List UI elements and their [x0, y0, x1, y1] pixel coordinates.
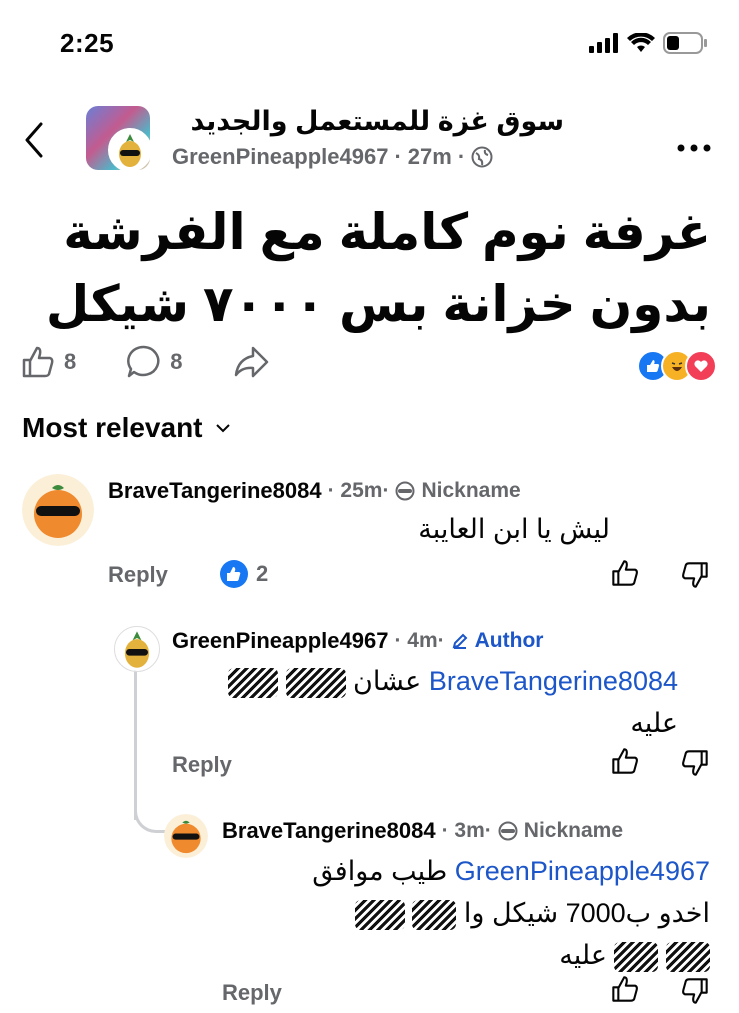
post-text-line-1: غرفة نوم كاملة مع الفرشة — [63, 204, 711, 260]
thumbs-up-icon — [612, 560, 638, 586]
more-options-button[interactable] — [677, 126, 711, 160]
comment-dislike-button[interactable] — [680, 748, 710, 783]
censor-scribble — [285, 667, 346, 698]
thumbs-down-icon — [682, 978, 708, 1004]
meta-separator-2: · — [457, 144, 466, 169]
like-count: 8 — [64, 349, 77, 374]
love-reaction-icon — [685, 350, 717, 382]
comment-text: ليش يا ابن العايبة — [418, 514, 610, 544]
meta-separator: · — [394, 144, 402, 169]
mention-link[interactable]: BraveTangerine8084 — [429, 666, 678, 696]
nested-reply-avatar[interactable] — [164, 814, 208, 858]
nested-reply-author[interactable]: BraveTangerine8084 — [222, 818, 436, 844]
comment-button[interactable]: 8 — [126, 344, 183, 380]
pencil-icon — [452, 633, 468, 649]
nested-reply-text-3: عليه — [559, 940, 607, 970]
thumbs-up-icon — [22, 346, 54, 378]
reply-time[interactable]: · 4m· — [394, 629, 444, 653]
thumbs-up-icon — [612, 748, 638, 774]
reaction-summary[interactable] — [637, 350, 717, 382]
censor-scribble-2 — [228, 667, 278, 698]
signal-icon — [589, 33, 618, 53]
nickname-badge: Nickname — [523, 819, 624, 842]
comment-dislike-button[interactable] — [680, 560, 710, 595]
comment-sort-dropdown[interactable]: Most relevant — [22, 412, 231, 444]
nested-reply-after-mention: طيب موافق — [312, 856, 448, 886]
sort-label: Most relevant — [22, 412, 203, 443]
comment-header: BraveTangerine8084 · 25m· Nickname — [108, 478, 521, 504]
post-text-line-2: بدون خزانة بس ٧٠٠٠ شيكل — [45, 276, 711, 332]
nickname-icon — [498, 821, 518, 841]
thread-line-curve — [134, 790, 167, 833]
battery-icon — [663, 32, 707, 54]
reply-text-line-2: عليه — [630, 708, 678, 738]
censor-scribble-4 — [614, 941, 659, 972]
group-name[interactable]: سوق غزة للمستعمل والجديد — [191, 106, 564, 137]
share-button[interactable] — [233, 344, 269, 380]
share-arrow-icon — [234, 346, 268, 378]
comment-dislike-button[interactable] — [680, 976, 710, 1011]
like-button[interactable]: 8 — [20, 344, 76, 380]
author-avatar — [108, 128, 150, 170]
thumbs-down-icon — [682, 750, 708, 776]
pineapple-sunglasses-icon — [111, 131, 149, 169]
chevron-down-icon — [215, 424, 230, 433]
thumbs-down-icon — [682, 562, 708, 588]
nested-reply-text-line-3: عليه — [222, 934, 710, 976]
comment-like-count: 2 — [256, 561, 269, 586]
tangerine-sunglasses-icon — [164, 814, 208, 858]
nested-reply-header: BraveTangerine8084 · 3m· Nickname — [222, 818, 623, 844]
reply-avatar[interactable] — [114, 626, 160, 672]
nested-reply-text-line-1: GreenPineapple4967 طيب موافق — [222, 850, 710, 892]
wifi-icon — [627, 33, 655, 52]
nested-reply-text-line-2: اخدو ب7000 شيكل وا — [222, 892, 710, 934]
mention-link[interactable]: GreenPineapple4967 — [455, 856, 710, 886]
ellipsis-icon — [677, 144, 711, 152]
reply-text-after-mention: عشان — [353, 666, 422, 696]
comment-time[interactable]: · 25m· — [328, 479, 390, 503]
reply-author[interactable]: GreenPineapple4967 — [172, 628, 388, 654]
group-avatar[interactable] — [86, 106, 150, 170]
comment-author[interactable]: BraveTangerine8084 — [108, 478, 322, 504]
nickname-icon — [395, 481, 415, 501]
censor-scribble-3 — [666, 941, 710, 972]
comment-count: 8 — [170, 349, 183, 374]
reply-text-line-1: BraveTangerine8084 عشان — [172, 660, 678, 702]
nested-reply-text-2: اخدو ب7000 شيكل وا — [463, 898, 710, 928]
status-time: 2:25 — [60, 28, 115, 58]
reply-button[interactable]: Reply — [222, 980, 282, 1006]
status-icons — [589, 32, 709, 54]
post-actions: 8 8 — [20, 344, 305, 380]
comment-bubble-icon — [127, 345, 160, 378]
reply-text: BraveTangerine8084 عشان عليه — [172, 660, 678, 744]
reply-header: GreenPineapple4967 · 4m· Author — [172, 628, 543, 654]
back-button[interactable] — [24, 122, 44, 163]
censor-scribble — [412, 899, 457, 930]
nested-reply-time[interactable]: · 3m· — [442, 819, 492, 843]
reply-button[interactable]: Reply — [172, 752, 232, 778]
censor-scribble-2 — [354, 899, 405, 930]
nested-reply-text: GreenPineapple4967 طيب موافق اخدو ب7000 … — [222, 850, 710, 976]
comment-like-button[interactable] — [610, 974, 640, 1009]
reply-button[interactable]: Reply — [108, 562, 168, 588]
post-author[interactable]: GreenPineapple4967 — [172, 144, 388, 170]
comment-avatar[interactable] — [22, 474, 94, 546]
pineapple-sunglasses-icon — [115, 627, 159, 671]
globe-icon — [471, 146, 493, 168]
post-time[interactable]: 27m — [408, 144, 452, 170]
comment-like-summary[interactable]: 2 — [220, 560, 268, 588]
chevron-left-icon — [25, 122, 43, 158]
comment-like-button[interactable] — [610, 746, 640, 781]
thumbs-up-icon — [612, 976, 638, 1002]
post-meta: GreenPineapple4967 · 27m · — [172, 144, 493, 170]
like-reaction-icon — [220, 560, 248, 588]
nickname-badge: Nickname — [421, 479, 521, 502]
post-text: غرفة نوم كاملة مع الفرشة بدون خزانة بس ٧… — [31, 196, 711, 340]
tangerine-sunglasses-icon — [22, 474, 94, 546]
comment-like-button[interactable] — [610, 558, 640, 593]
author-badge: Author — [474, 629, 544, 652]
